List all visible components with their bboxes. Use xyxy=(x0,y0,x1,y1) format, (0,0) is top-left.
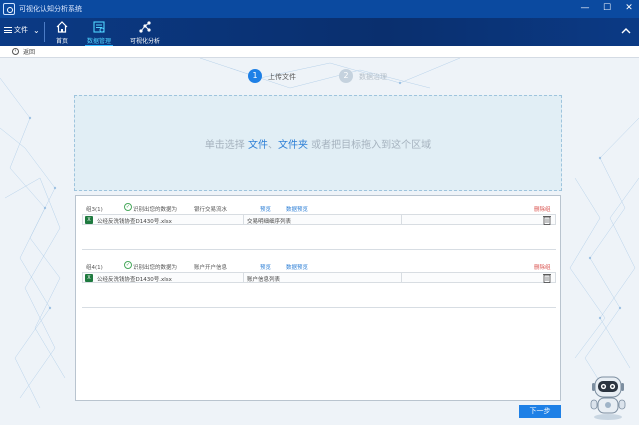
chevron-down-icon: ⌄ xyxy=(33,25,40,35)
group-data-type[interactable]: 账户开户信息 xyxy=(194,263,227,271)
drop-zone-instructions: 单击选择 文件、文件夹 或者把目标拖入到这个区域 xyxy=(75,136,561,151)
chevron-up-icon[interactable] xyxy=(621,26,631,36)
preview-link[interactable]: 预览 xyxy=(260,205,271,213)
file-menu[interactable]: 文件 ⌄ xyxy=(4,25,40,35)
group-name: 组3(1) xyxy=(86,207,103,213)
group-data-type[interactable]: 银行交易流水 xyxy=(194,205,227,213)
drop-text-prefix: 单击选择 xyxy=(204,140,248,151)
tab-visual-analysis-label: 可视化分析 xyxy=(129,38,160,45)
group-header: 组4(1) ✓ 识别出您的数据为 账户开户信息 预览 数据预览 删除组 xyxy=(82,261,556,271)
step-1-number: 1 xyxy=(248,69,262,83)
excel-file-icon: X xyxy=(85,216,93,224)
file-drop-zone[interactable]: 单击选择 文件、文件夹 或者把目标拖入到这个区域 xyxy=(74,95,562,191)
column-divider xyxy=(243,215,244,224)
file-groups-panel[interactable]: 组3(1) ✓ 识别出您的数据为 银行交易流水 预览 数据预览 删除组 X 公经… xyxy=(75,195,561,401)
file-name: 公经反洗钱协查D1430号.xlsx xyxy=(97,277,172,283)
group-header: 组3(1) ✓ 识别出您的数据为 银行交易流水 预览 数据预览 删除组 xyxy=(82,203,556,213)
sheet-name: 账户信息列表 xyxy=(247,277,281,283)
trash-icon[interactable] xyxy=(543,215,551,225)
file-row: X 公经反洗钱协查D1430号.xlsx 交易明细细序列表 xyxy=(82,214,556,225)
close-button[interactable]: ✕ xyxy=(623,2,635,14)
app-title: 可视化认知分析系统 xyxy=(19,5,82,13)
file-group: 组4(1) ✓ 识别出您的数据为 账户开户信息 预览 数据预览 删除组 X 公经… xyxy=(82,258,556,308)
data-preview-link[interactable]: 数据预览 xyxy=(286,263,308,271)
maximize-button[interactable]: ☐ xyxy=(601,2,613,14)
back-label[interactable]: 返回 xyxy=(23,47,35,56)
data-management-icon xyxy=(93,21,105,33)
data-preview-link[interactable]: 数据预览 xyxy=(286,205,308,213)
minimize-button[interactable]: — xyxy=(579,2,591,14)
main-toolbar: 文件 ⌄ 首页 数据管理 可视化分析 xyxy=(0,18,639,47)
file-menu-label: 文件 xyxy=(14,26,28,34)
step-2-number: 2 xyxy=(339,69,353,83)
file-row: X 公经反洗钱协查D1430号.xlsx 账户信息列表 xyxy=(82,272,556,283)
sheet-name: 交易明细细序列表 xyxy=(247,219,292,225)
trash-icon[interactable] xyxy=(543,273,551,283)
drop-text-suffix: 或者把目标拖入到这个区域 xyxy=(308,140,432,151)
network-graph-icon xyxy=(139,21,151,33)
tab-visual-analysis[interactable]: 可视化分析 xyxy=(122,20,168,45)
tab-data-management-label: 数据管理 xyxy=(86,38,111,45)
select-file-link[interactable]: 文件 xyxy=(248,140,268,151)
window-controls: — ☐ ✕ xyxy=(579,2,635,14)
preview-link[interactable]: 预览 xyxy=(260,263,271,271)
step-2-label: 数据治理 xyxy=(359,73,387,81)
file-name: 公经反洗钱协查D1430号.xlsx xyxy=(97,219,172,225)
drop-text-separator: 、 xyxy=(268,140,278,151)
check-circle-icon: ✓ xyxy=(124,261,132,269)
menu-icon xyxy=(4,27,12,33)
back-arrow-icon[interactable]: ‹ xyxy=(12,48,19,55)
title-bar: 可视化认知分析系统 — ☐ ✕ xyxy=(0,0,639,18)
tab-home[interactable]: 首页 xyxy=(42,20,82,45)
group-name: 组4(1) xyxy=(86,265,103,271)
delete-group-link[interactable]: 删除组 xyxy=(534,205,551,213)
group-recognized-prefix: 识别出您的数据为 xyxy=(133,207,178,213)
excel-file-icon: X xyxy=(85,274,93,282)
group-recognized-prefix: 识别出您的数据为 xyxy=(133,265,178,271)
select-folder-link[interactable]: 文件夹 xyxy=(278,140,308,151)
tab-data-management[interactable]: 数据管理 xyxy=(79,20,119,47)
column-divider xyxy=(243,273,244,282)
next-step-button[interactable]: 下一步 xyxy=(519,405,561,418)
app-logo-icon xyxy=(3,3,15,15)
column-divider xyxy=(401,273,402,282)
check-circle-icon: ✓ xyxy=(124,203,132,211)
delete-group-link[interactable]: 删除组 xyxy=(534,263,551,271)
step-1-label: 上传文件 xyxy=(268,73,296,81)
back-navigation: ‹ 返回 xyxy=(0,46,639,58)
robot-assistant-icon[interactable] xyxy=(586,373,630,421)
tab-home-label: 首页 xyxy=(55,38,68,45)
column-divider xyxy=(401,215,402,224)
file-group: 组3(1) ✓ 识别出您的数据为 银行交易流水 预览 数据预览 删除组 X 公经… xyxy=(82,200,556,250)
home-icon xyxy=(56,21,68,33)
